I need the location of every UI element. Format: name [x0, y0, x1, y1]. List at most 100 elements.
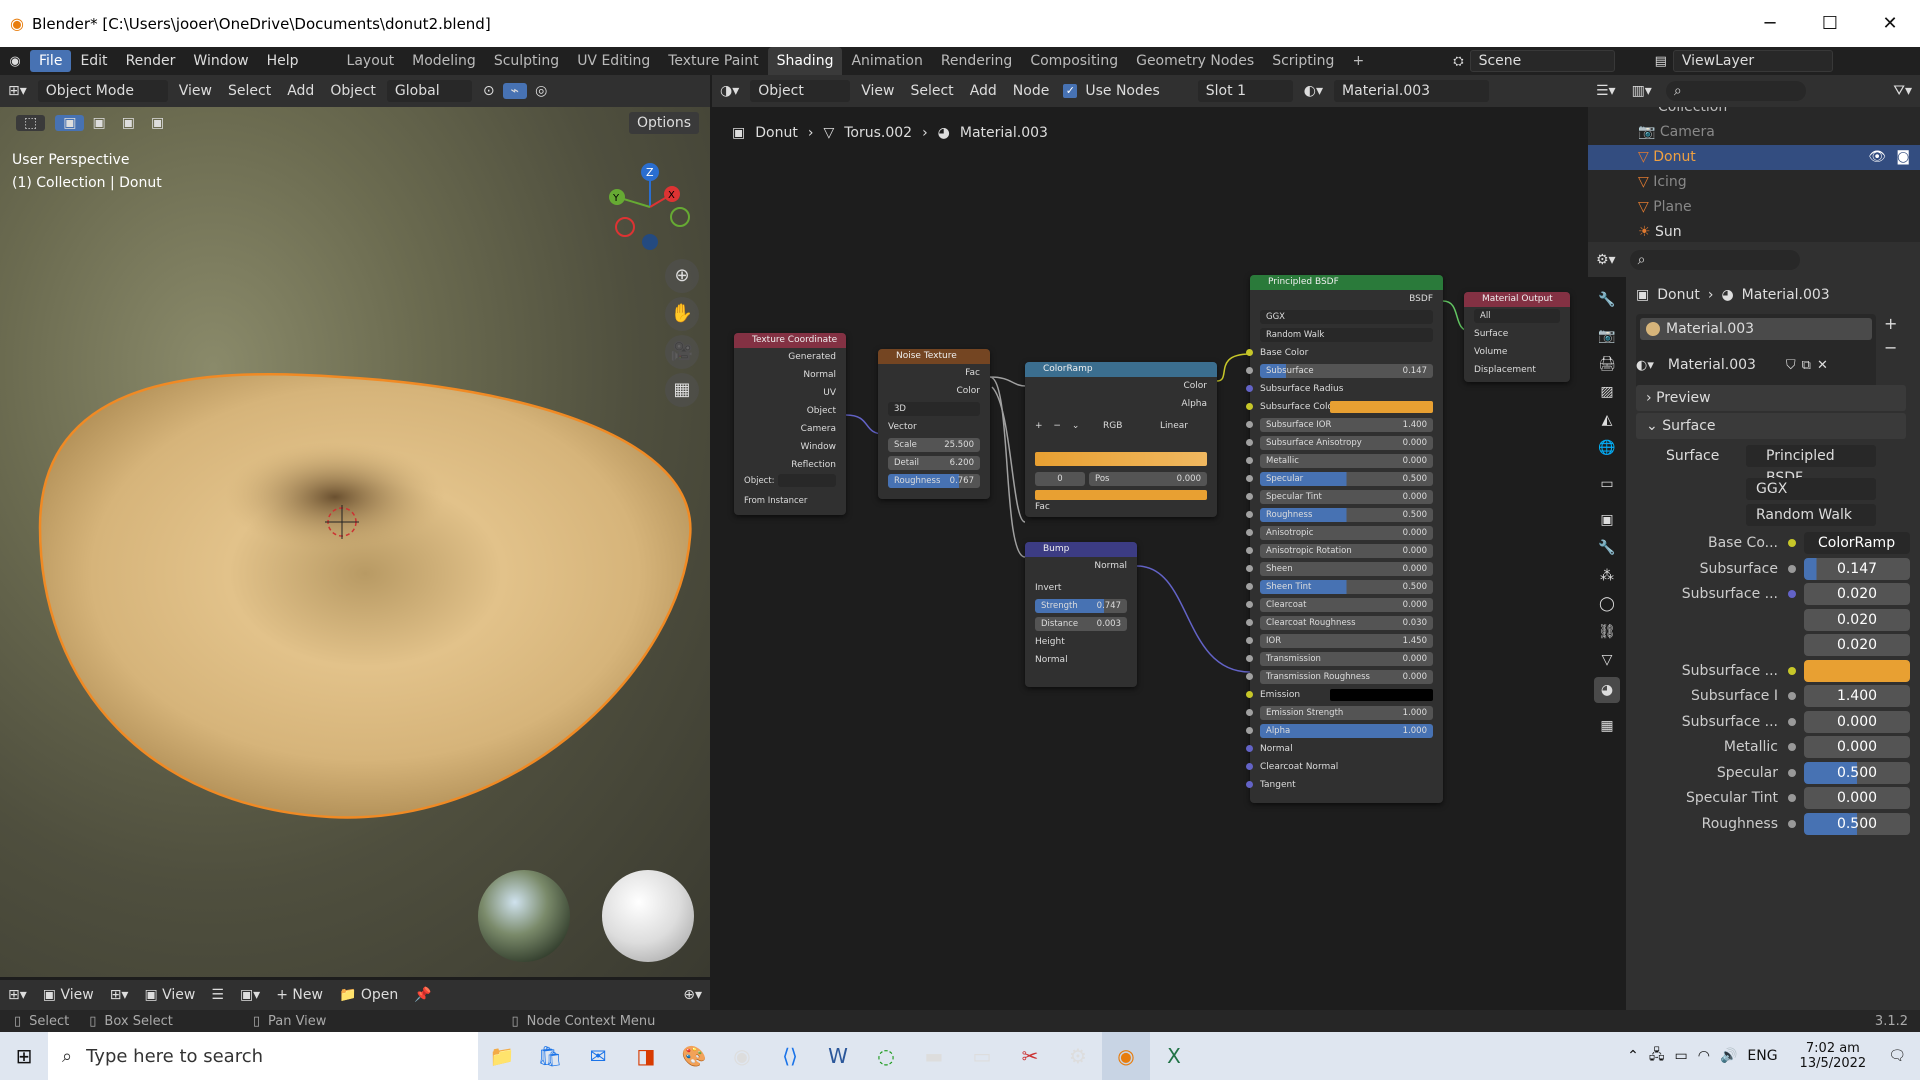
- socket-dot-icon[interactable]: [1788, 564, 1796, 573]
- node-material-output[interactable]: Material Output All Surface Volume Displ…: [1464, 292, 1570, 382]
- input-socket[interactable]: [1246, 403, 1253, 410]
- input-socket[interactable]: [1246, 457, 1253, 464]
- menu-window[interactable]: Window: [184, 50, 257, 72]
- display-mode-icon[interactable]: ▥▾: [1624, 83, 1660, 99]
- tab-scripting[interactable]: Scripting: [1263, 47, 1343, 75]
- input-socket[interactable]: [1246, 529, 1253, 536]
- property-value[interactable]: 0.000: [1804, 787, 1910, 809]
- sync-icon[interactable]: ◌: [862, 1032, 910, 1080]
- material-name-field[interactable]: Material.003: [1659, 354, 1780, 376]
- input-socket[interactable]: [1246, 385, 1253, 392]
- bsdf-input-row[interactable]: Sheen 0.000: [1246, 560, 1443, 578]
- filter-icon[interactable]: ⛛▾: [1885, 83, 1920, 99]
- ramp-remove-button[interactable]: −: [1053, 421, 1061, 431]
- bsdf-field[interactable]: Transmission 0.000: [1260, 652, 1433, 666]
- bsdf-field[interactable]: Anisotropic Rotation 0.000: [1260, 544, 1433, 558]
- node-bump[interactable]: Bump Normal Invert Strength 0.747 Distanc…: [1025, 542, 1137, 687]
- transform-orientation[interactable]: Global: [386, 80, 472, 102]
- terminal-icon[interactable]: ▬: [910, 1032, 958, 1080]
- input-socket[interactable]: [1246, 655, 1253, 662]
- tab-animation[interactable]: Animation: [842, 47, 931, 75]
- pin-icon[interactable]: 📌: [406, 987, 439, 1003]
- property-value[interactable]: 0.000: [1804, 710, 1910, 733]
- surface-shader-field[interactable]: Principled BSDF: [1746, 445, 1876, 486]
- fake-user-shield-icon[interactable]: ⛉: [1786, 358, 1796, 373]
- bsdf-input-row[interactable]: Metallic 0.000: [1246, 452, 1443, 470]
- mode-selector[interactable]: Object Mode: [37, 80, 168, 102]
- blender-menu-icon[interactable]: ◉: [0, 54, 30, 69]
- bsdf-input-row[interactable]: Anisotropic 0.000: [1246, 524, 1443, 542]
- window-icon[interactable]: ▭: [958, 1032, 1006, 1080]
- distribution-dropdown[interactable]: GGX: [1746, 478, 1876, 500]
- property-value[interactable]: 0.500: [1804, 812, 1910, 835]
- material-slot-item[interactable]: Material.003: [1640, 318, 1872, 340]
- stop-pos-field[interactable]: Pos 0.000: [1089, 472, 1207, 486]
- node-menu-select[interactable]: Select: [902, 83, 961, 99]
- bsdf-input-row[interactable]: Tangent: [1246, 776, 1443, 794]
- tool-tab-icon[interactable]: 🔧: [1594, 287, 1620, 313]
- object-tab-icon[interactable]: ▣: [1594, 507, 1620, 533]
- render-tab-icon[interactable]: 📷: [1594, 323, 1620, 349]
- bsdf-field[interactable]: Subsurface IOR 1.400: [1260, 418, 1433, 432]
- shader-type-selector[interactable]: Object: [750, 80, 851, 102]
- tray-chevron-up-icon[interactable]: ⌃: [1627, 1048, 1639, 1064]
- node-editor[interactable]: ▣ Donut › ▽ Torus.002 › ◕ Material.003 T…: [712, 107, 1582, 977]
- overlay-icon[interactable]: ⊕▾: [675, 987, 710, 1003]
- distribution-select[interactable]: GGX: [1260, 310, 1433, 324]
- menu-edit[interactable]: Edit: [71, 50, 116, 72]
- node-menu-add[interactable]: Add: [962, 83, 1005, 99]
- world-tab-icon[interactable]: 🌐: [1594, 435, 1620, 461]
- socket-dot-icon[interactable]: [1788, 717, 1796, 726]
- navigation-gizmo[interactable]: Z X Y: [600, 157, 690, 257]
- node-menu-node[interactable]: Node: [1005, 83, 1058, 99]
- select-mode-intersect-icon[interactable]: ▣: [143, 115, 172, 131]
- target-select[interactable]: All: [1474, 309, 1560, 323]
- volume-icon[interactable]: 🔊: [1720, 1048, 1737, 1064]
- view-layer-tab-icon[interactable]: ▨: [1594, 379, 1620, 405]
- socket-dot-icon[interactable]: [1788, 743, 1796, 751]
- select-mode-extend-icon[interactable]: ▣: [84, 115, 113, 131]
- editor-type-icon[interactable]: ⊞▾: [102, 987, 137, 1003]
- outliner-item-donut[interactable]: ▽ Donut 👁 ◙: [1588, 145, 1920, 170]
- property-value[interactable]: 1.400: [1804, 685, 1910, 707]
- word-icon[interactable]: W: [814, 1032, 862, 1080]
- tab-compositing[interactable]: Compositing: [1021, 47, 1127, 75]
- detail-field[interactable]: Detail 6.200: [888, 456, 980, 470]
- bsdf-input-row[interactable]: Subsurface Color: [1246, 398, 1443, 416]
- bsdf-input-row[interactable]: Subsurface Anisotropy 0.000: [1246, 434, 1443, 452]
- camera-view-icon[interactable]: 🎥: [665, 335, 699, 369]
- menu-render[interactable]: Render: [117, 50, 185, 72]
- strength-field[interactable]: Strength 0.747: [1035, 599, 1127, 613]
- stop-index-field[interactable]: 0: [1035, 472, 1085, 486]
- bsdf-input-row[interactable]: Subsurface IOR 1.400: [1246, 416, 1443, 434]
- settings-gear-icon[interactable]: ⚙: [1054, 1032, 1102, 1080]
- outliner-item-icing[interactable]: ▽ Icing: [1588, 170, 1920, 195]
- bsdf-field[interactable]: Clearcoat 0.000: [1260, 598, 1433, 612]
- editor-type-icon[interactable]: ⊞▾: [0, 987, 35, 1003]
- tab-geometry-nodes[interactable]: Geometry Nodes: [1127, 47, 1263, 75]
- vscode-icon[interactable]: ⟨⟩: [766, 1032, 814, 1080]
- bsdf-input-row[interactable]: Subsurface 0.147: [1246, 362, 1443, 380]
- menu-file[interactable]: File: [30, 50, 72, 72]
- outliner-search-input[interactable]: ⌕: [1665, 81, 1806, 101]
- outliner-item-collection[interactable]: Collection: [1588, 107, 1920, 120]
- socket-dot-icon[interactable]: [1788, 794, 1796, 802]
- outliner-item-camera[interactable]: 📷 Camera: [1588, 120, 1920, 145]
- editor-type-icon[interactable]: ⊞▾: [0, 83, 35, 99]
- bsdf-input-row[interactable]: Alpha 1.000: [1246, 722, 1443, 740]
- file-explorer-icon[interactable]: 📁: [478, 1032, 526, 1080]
- menu-help[interactable]: Help: [258, 50, 308, 72]
- input-socket[interactable]: [1246, 511, 1253, 518]
- proportional-icon[interactable]: ◎: [527, 83, 555, 99]
- bsdf-input-row[interactable]: Emission Strength 1.000: [1246, 704, 1443, 722]
- property-value[interactable]: 0.000: [1804, 736, 1910, 758]
- preview-panel-header[interactable]: › Preview: [1636, 385, 1906, 411]
- material-name-field[interactable]: Material.003: [1334, 80, 1490, 102]
- socket-dot-icon[interactable]: [1788, 768, 1796, 777]
- input-socket[interactable]: [1246, 763, 1253, 770]
- property-value[interactable]: 0.020: [1804, 583, 1910, 605]
- bsdf-field[interactable]: Emission Strength 1.000: [1260, 706, 1433, 720]
- property-value[interactable]: 0.020: [1804, 608, 1910, 631]
- socket-dot-icon[interactable]: [1788, 819, 1796, 828]
- bsdf-field[interactable]: Subsurface Anisotropy 0.000: [1260, 436, 1433, 450]
